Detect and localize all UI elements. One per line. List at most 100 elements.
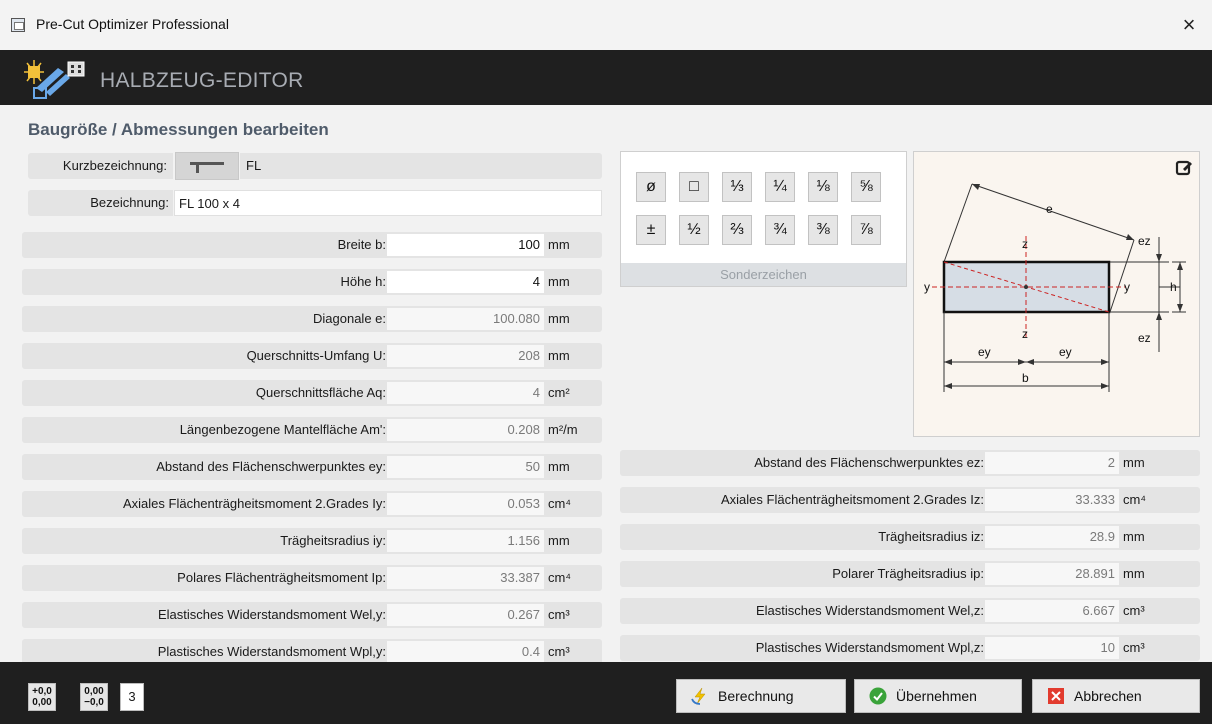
- property-row: Abstand des Flächenschwerpunktes ez: 2 mm: [620, 450, 1200, 476]
- property-value: 28.891: [985, 563, 1119, 585]
- diagram-label-ez-top: ez: [1138, 234, 1151, 248]
- diagram-label-e: e: [1046, 202, 1053, 216]
- special-char-button[interactable]: ⅞: [851, 215, 881, 245]
- property-label: Abstand des Flächenschwerpunktes ez:: [754, 455, 984, 470]
- property-unit: mm: [548, 459, 570, 474]
- close-button[interactable]: ×: [1166, 0, 1212, 50]
- property-row: Diagonale e: 100.080 mm: [22, 306, 602, 332]
- short-name-label: Kurzbezeichnung:: [28, 153, 173, 179]
- special-char-button[interactable]: ø: [636, 172, 666, 202]
- property-unit: cm⁴: [548, 496, 571, 511]
- property-label: Höhe h:: [340, 274, 386, 289]
- property-label: Längenbezogene Mantelfläche Am':: [179, 422, 386, 437]
- cancel-button[interactable]: Abbrechen: [1032, 679, 1200, 713]
- property-row: Elastisches Widerstandsmoment Wel,y: 0.26…: [22, 602, 602, 628]
- property-unit: cm³: [1123, 640, 1145, 655]
- property-label: Polarer Trägheitsradius ip:: [832, 566, 984, 581]
- window-title: Pre-Cut Optimizer Professional: [36, 16, 229, 32]
- property-row: Elastisches Widerstandsmoment Wel,z: 6.66…: [620, 598, 1200, 624]
- property-value: 0.4: [387, 641, 544, 663]
- increase-decimals-button[interactable]: +0,0 0,00: [28, 683, 56, 711]
- special-char-button[interactable]: ½: [679, 215, 709, 245]
- property-row: Axiales Flächenträgheitsmoment 2.Grades …: [620, 487, 1200, 513]
- diagram-label-y-left: y: [924, 280, 930, 294]
- property-value: 50: [387, 456, 544, 478]
- diagram-label-b: b: [1022, 371, 1029, 385]
- increase-decimals-top: +0,0: [32, 686, 52, 697]
- special-chars-label: Sonderzeichen: [621, 263, 906, 286]
- designation-label: Bezeichnung:: [28, 190, 173, 216]
- decrease-decimals-top: 0,00: [84, 686, 104, 697]
- decrease-decimals-bottom: −0,0: [84, 697, 104, 708]
- app-icon: [11, 18, 25, 32]
- special-char-button[interactable]: ±: [636, 215, 666, 245]
- edit-image-icon[interactable]: [1175, 159, 1193, 177]
- diagram-label-ey-right: ey: [1059, 345, 1072, 359]
- footer-bar: +0,0 0,00 0,00 −0,0 3 Berechnung Überneh…: [0, 662, 1212, 724]
- diagram-label-h: h: [1170, 280, 1177, 294]
- property-unit: mm: [548, 237, 570, 252]
- property-row: Querschnittsfläche Aq: 4 cm²: [22, 380, 602, 406]
- property-value: 33.333: [985, 489, 1119, 511]
- property-value: 10: [985, 637, 1119, 659]
- property-value: 33.387: [387, 567, 544, 589]
- special-char-button[interactable]: ⅜: [808, 215, 838, 245]
- property-value: 4: [387, 382, 544, 404]
- property-value: 2: [985, 452, 1119, 474]
- special-char-button[interactable]: ¼: [765, 172, 795, 202]
- property-value: 0.267: [387, 604, 544, 626]
- property-unit: cm⁴: [1123, 492, 1146, 507]
- property-row: Polarer Trägheitsradius ip: 28.891 mm: [620, 561, 1200, 587]
- property-row: Breite b: 100 mm: [22, 232, 602, 258]
- property-input[interactable]: 100: [387, 234, 544, 256]
- diagram-label-ey-left: ey: [978, 345, 991, 359]
- property-value: 0.208: [387, 419, 544, 441]
- calculate-bolt-icon: [691, 687, 706, 705]
- property-label: Axiales Flächenträgheitsmoment 2.Grades …: [720, 492, 984, 507]
- property-unit: mm: [1123, 566, 1145, 581]
- property-label: Querschnitts-Umfang U:: [246, 348, 386, 363]
- property-unit: mm: [548, 348, 570, 363]
- property-unit: mm: [1123, 455, 1145, 470]
- calculate-button[interactable]: Berechnung: [676, 679, 846, 713]
- halbzeug-logo-icon: [24, 60, 85, 99]
- property-row: Längenbezogene Mantelfläche Am': 0.208 m²/…: [22, 417, 602, 443]
- designation-input[interactable]: FL 100 x 4: [174, 190, 602, 216]
- property-unit: mm: [548, 311, 570, 326]
- special-char-button[interactable]: ⅛: [808, 172, 838, 202]
- property-unit: mm: [548, 274, 570, 289]
- special-char-button[interactable]: ⅝: [851, 172, 881, 202]
- apply-button[interactable]: Übernehmen: [854, 679, 1022, 713]
- special-char-button[interactable]: ⅔: [722, 215, 752, 245]
- property-unit: cm⁴: [548, 570, 571, 585]
- property-value: 28.9: [985, 526, 1119, 548]
- property-row: Abstand des Flächenschwerpunktes ey: 50 mm: [22, 454, 602, 480]
- property-unit: mm: [1123, 529, 1145, 544]
- property-label: Breite b:: [337, 237, 386, 252]
- special-char-button[interactable]: ¾: [765, 215, 795, 245]
- profile-shape-button[interactable]: [175, 152, 239, 180]
- property-value: 208: [387, 345, 544, 367]
- special-char-button[interactable]: □: [679, 172, 709, 202]
- property-unit: mm: [548, 533, 570, 548]
- property-row: Querschnitts-Umfang U: 208 mm: [22, 343, 602, 369]
- special-char-button[interactable]: ⅓: [722, 172, 752, 202]
- property-input[interactable]: 4: [387, 271, 544, 293]
- property-label: Querschnittsfläche Aq:: [255, 385, 386, 400]
- property-unit: cm²: [548, 385, 570, 400]
- section-title: Baugröße / Abmessungen bearbeiten: [28, 120, 329, 139]
- calculate-label: Berechnung: [718, 688, 794, 704]
- checkmark-icon: [869, 687, 887, 705]
- decimals-field[interactable]: 3: [120, 683, 144, 711]
- property-row: Plastisches Widerstandsmoment Wpl,z: 10 cm…: [620, 635, 1200, 661]
- property-value: 1.156: [387, 530, 544, 552]
- property-row: Trägheitsradius iz: 28.9 mm: [620, 524, 1200, 550]
- property-unit: m²/m: [548, 422, 578, 437]
- property-row: Polares Flächenträgheitsmoment Ip: 33.387…: [22, 565, 602, 591]
- property-label: Axiales Flächenträgheitsmoment 2.Grades …: [122, 496, 386, 511]
- cancel-label: Abbrechen: [1074, 688, 1142, 704]
- decrease-decimals-button[interactable]: 0,00 −0,0: [80, 683, 108, 711]
- property-label: Elastisches Widerstandsmoment Wel,y:: [157, 607, 386, 622]
- property-row: Axiales Flächenträgheitsmoment 2.Grades …: [22, 491, 602, 517]
- property-label: Trägheitsradius iz:: [878, 529, 984, 544]
